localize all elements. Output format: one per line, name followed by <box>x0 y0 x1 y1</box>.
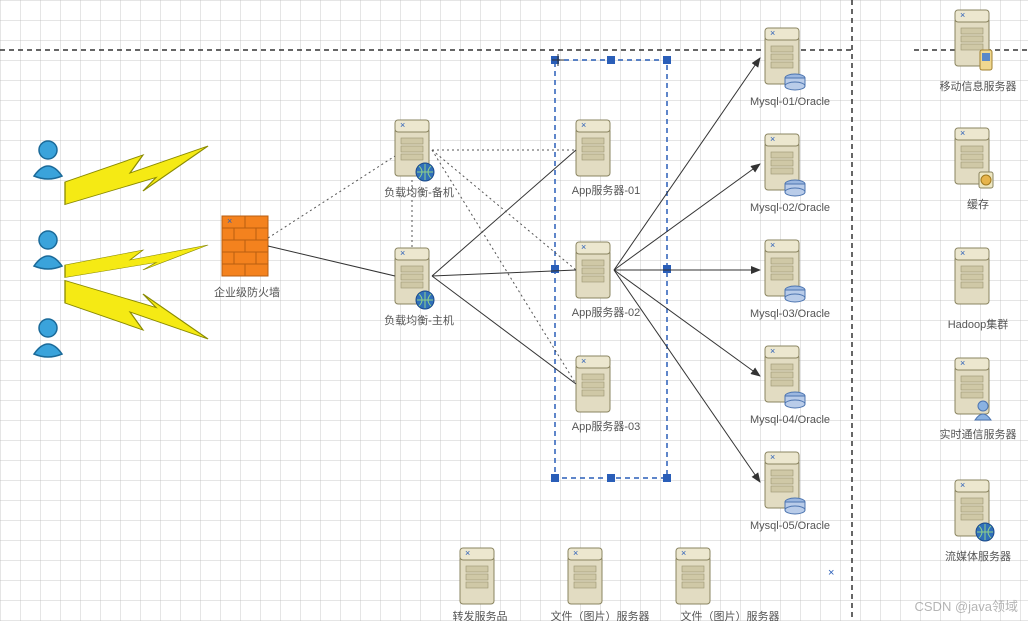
svg-text:×: × <box>960 10 965 20</box>
watermark: CSDN @java领域 <box>915 596 1019 615</box>
svg-text:×: × <box>828 567 834 579</box>
svg-text:×: × <box>960 480 965 490</box>
diagram-canvas: × × × × × × × × × × × × × × × × × × × × 企业级防火墙 负载均衡… <box>0 0 1028 621</box>
db-02-label: Mysql-02/Oracle <box>740 202 840 214</box>
firewall-label: 企业级防火墙 <box>202 284 292 300</box>
svg-text:×: × <box>581 120 586 130</box>
svg-text:×: × <box>581 242 586 252</box>
lb-standby-label: 负载均衡-备机 <box>374 184 464 200</box>
svg-text:×: × <box>400 120 405 130</box>
svg-text:×: × <box>227 216 232 226</box>
file1-label: 文件（图片）服务器 <box>530 608 670 621</box>
realtime-label: 实时通信服务器 <box>928 426 1028 442</box>
svg-text:×: × <box>581 356 586 366</box>
svg-text:×: × <box>770 134 775 144</box>
selection-box <box>555 60 667 478</box>
svg-text:×: × <box>770 240 775 250</box>
svg-text:×: × <box>770 346 775 356</box>
streaming-label: 流媒体服务器 <box>928 548 1028 564</box>
cache-label: 缓存 <box>928 196 1028 212</box>
db-05-label: Mysql-05/Oracle <box>740 520 840 532</box>
lb-primary-label: 负载均衡-主机 <box>374 312 464 328</box>
app-01-label: App服务器-01 <box>560 182 652 198</box>
svg-text:×: × <box>770 28 775 38</box>
svg-text:×: × <box>400 248 405 258</box>
file2-label: 文件（图片）服务器 <box>660 608 800 621</box>
db-04-label: Mysql-04/Oracle <box>740 414 840 426</box>
app-03-label: App服务器-03 <box>560 418 652 434</box>
svg-text:×: × <box>770 452 775 462</box>
db-03-label: Mysql-03/Oracle <box>740 308 840 320</box>
svg-text:×: × <box>960 248 965 258</box>
app-02-label: App服务器-02 <box>560 304 652 320</box>
svg-text:×: × <box>960 128 965 138</box>
hadoop-label: Hadoop集群 <box>928 316 1028 332</box>
forward-label: 转发服务品 <box>440 608 520 621</box>
svg-text:×: × <box>681 548 686 558</box>
svg-text:×: × <box>573 548 578 558</box>
svg-text:×: × <box>465 548 470 558</box>
mobile-server-label: 移动信息服务器 <box>928 78 1028 94</box>
svg-text:×: × <box>960 358 965 368</box>
db-01-label: Mysql-01/Oracle <box>740 96 840 108</box>
